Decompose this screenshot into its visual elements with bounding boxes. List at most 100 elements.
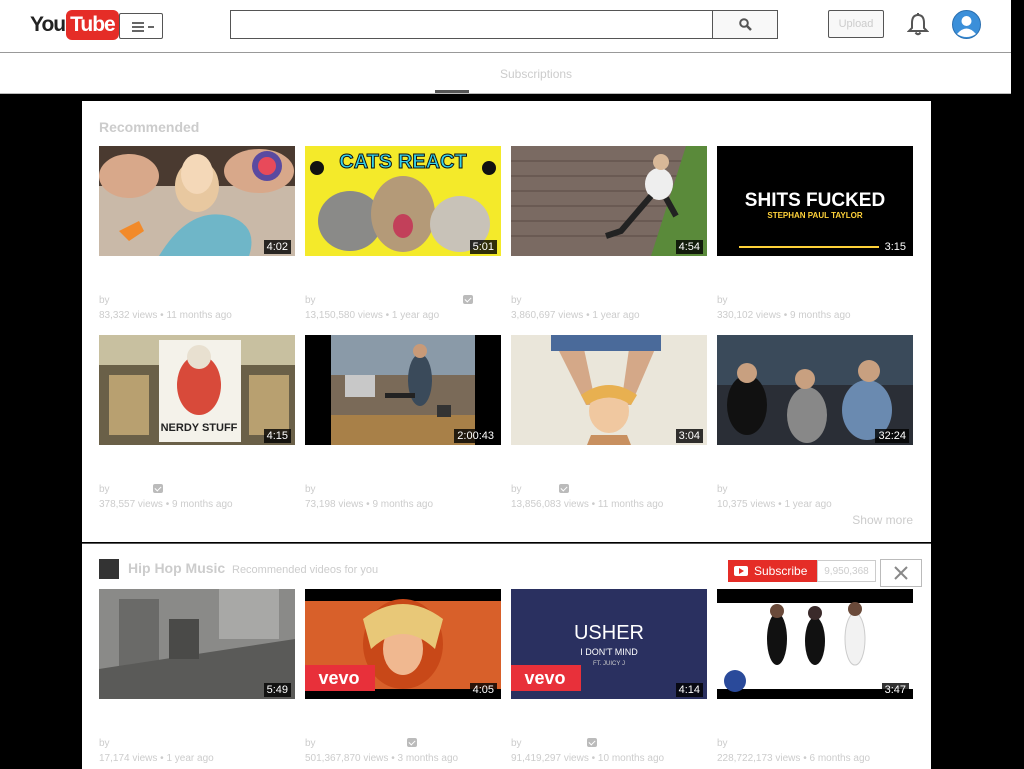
bell-icon[interactable] xyxy=(906,12,930,36)
video-card[interactable]: NERDY STUFF 4:15 by 378,557 views • 9 mo… xyxy=(99,335,295,510)
video-stats: 228,722,173 views • 6 months ago xyxy=(717,753,871,764)
video-card[interactable]: 4:54 by 3,860,697 views • 1 year ago xyxy=(511,146,707,321)
video-thumbnail[interactable]: CATS REACT 5:01 xyxy=(305,146,501,256)
video-card[interactable]: 3:47 by 228,722,173 views • 6 months ago xyxy=(717,589,913,764)
logo-tube: Tube xyxy=(66,10,119,40)
duration-badge: 2:00:43 xyxy=(454,429,497,443)
dismiss-shelf-button[interactable] xyxy=(880,559,922,587)
verified-icon xyxy=(407,738,417,747)
video-channel[interactable]: by xyxy=(305,738,316,749)
video-thumbnail[interactable]: 4:02 xyxy=(99,146,295,256)
subscribe-button[interactable]: Subscribe xyxy=(728,560,817,582)
search-icon xyxy=(738,18,752,31)
video-channel[interactable]: by xyxy=(305,484,316,495)
hamburger-icon xyxy=(132,22,144,24)
video-thumbnail[interactable]: 32:24 xyxy=(717,335,913,445)
verified-icon xyxy=(559,484,569,493)
video-card[interactable]: 3:04 by 13,856,083 views • 11 months ago xyxy=(511,335,707,510)
svg-text:vevo: vevo xyxy=(318,668,359,688)
duration-badge: 4:15 xyxy=(263,429,291,443)
video-card[interactable]: CATS REACT 5:01 by 13,150,580 views • 1 … xyxy=(305,146,501,321)
close-icon xyxy=(894,566,908,580)
video-channel[interactable]: by xyxy=(717,484,728,495)
channel-avatar-icon[interactable] xyxy=(99,559,119,579)
video-card[interactable]: 32:24 by 10,375 views • 1 year ago xyxy=(717,335,913,510)
upload-button[interactable]: Upload xyxy=(828,10,884,38)
search-button[interactable] xyxy=(712,10,778,39)
recommended-section: Recommended 4:02 by 83,332 views • 11 mo… xyxy=(82,101,931,542)
video-stats: 330,102 views • 9 months ago xyxy=(717,310,851,321)
video-thumbnail[interactable]: vevo 4:05 xyxy=(305,589,501,699)
tab-active-indicator xyxy=(435,90,469,93)
subscriber-count: 9,950,368 xyxy=(817,560,876,582)
video-card[interactable]: SHITS FUCKED STEPHAN PAUL TAYLOR 3:15 by … xyxy=(717,146,913,321)
show-more-link[interactable]: Show more xyxy=(852,513,913,527)
video-channel[interactable]: by xyxy=(305,295,316,306)
search-input[interactable] xyxy=(230,10,713,39)
video-card[interactable]: vevo 4:05 by 501,367,870 views • 3 month… xyxy=(305,589,501,764)
video-thumbnail[interactable]: 5:49 xyxy=(99,589,295,699)
subscribe-label: Subscribe xyxy=(754,564,808,578)
video-thumbnail[interactable]: USHER I DON'T MIND FT. JUICY J vevo 4:14 xyxy=(511,589,707,699)
verified-icon xyxy=(587,738,597,747)
video-channel[interactable]: by xyxy=(99,738,110,749)
duration-badge: 4:54 xyxy=(675,240,703,254)
verified-icon xyxy=(463,295,473,304)
video-stats: 3,860,697 views • 1 year ago xyxy=(511,310,640,321)
video-stats: 91,419,297 views • 10 months ago xyxy=(511,753,665,764)
video-thumbnail[interactable]: 3:04 xyxy=(511,335,707,445)
verified-icon xyxy=(153,484,163,493)
video-card[interactable]: 4:02 by 83,332 views • 11 months ago xyxy=(99,146,295,321)
hip-hop-shelf: Hip Hop Music Recommended videos for you… xyxy=(82,543,931,769)
video-channel[interactable]: by xyxy=(511,295,522,306)
duration-badge: 3:47 xyxy=(881,683,909,697)
video-thumbnail[interactable]: 4:54 xyxy=(511,146,707,256)
svg-text:CATS REACT: CATS REACT xyxy=(339,151,466,173)
guide-menu-button[interactable] xyxy=(119,13,163,39)
shelf-subtitle: Recommended videos for you xyxy=(232,564,379,576)
svg-text:STEPHAN PAUL TAYLOR: STEPHAN PAUL TAYLOR xyxy=(767,211,862,220)
video-channel[interactable]: by xyxy=(717,295,728,306)
svg-text:NERDY STUFF: NERDY STUFF xyxy=(161,422,238,434)
subnav-bar: Subscriptions xyxy=(0,53,1011,94)
svg-text:SHITS FUCKED: SHITS FUCKED xyxy=(745,190,885,211)
duration-badge: 4:14 xyxy=(675,683,703,697)
svg-text:vevo: vevo xyxy=(524,668,565,688)
svg-text:USHER: USHER xyxy=(574,622,644,644)
video-thumbnail[interactable]: 3:47 xyxy=(717,589,913,699)
video-thumbnail[interactable]: SHITS FUCKED STEPHAN PAUL TAYLOR 3:15 xyxy=(717,146,913,256)
video-card[interactable]: USHER I DON'T MIND FT. JUICY J vevo 4:14 by… xyxy=(511,589,707,764)
video-channel[interactable]: by xyxy=(511,484,522,495)
duration-badge: 4:05 xyxy=(469,683,497,697)
video-stats: 17,174 views • 1 year ago xyxy=(99,753,214,764)
video-thumbnail[interactable]: NERDY STUFF 4:15 xyxy=(99,335,295,445)
video-stats: 13,856,083 views • 11 months ago xyxy=(511,499,664,510)
video-channel[interactable]: by xyxy=(717,738,728,749)
youtube-logo[interactable]: You Tube xyxy=(30,10,119,40)
svg-text:I DON'T MIND: I DON'T MIND xyxy=(580,647,638,657)
video-thumbnail[interactable]: 2:00:43 xyxy=(305,335,501,445)
duration-badge: 32:24 xyxy=(875,429,909,443)
shelf-title[interactable]: Hip Hop Music xyxy=(128,560,225,576)
guide-dash-icon xyxy=(148,26,154,28)
video-stats: 73,198 views • 9 months ago xyxy=(305,499,434,510)
account-avatar[interactable] xyxy=(952,10,981,39)
section-title: Recommended xyxy=(99,119,200,135)
tab-subscriptions[interactable]: Subscriptions xyxy=(500,67,572,81)
duration-badge: 5:01 xyxy=(469,240,497,254)
video-stats: 378,557 views • 9 months ago xyxy=(99,499,233,510)
video-channel[interactable]: by xyxy=(99,295,110,306)
video-card[interactable]: 5:49 by 17,174 views • 1 year ago xyxy=(99,589,295,764)
duration-badge: 4:02 xyxy=(263,240,291,254)
video-stats: 13,150,580 views • 1 year ago xyxy=(305,310,440,321)
duration-badge: 3:04 xyxy=(675,429,703,443)
video-stats: 10,375 views • 1 year ago xyxy=(717,499,832,510)
video-channel[interactable]: by xyxy=(99,484,110,495)
video-card[interactable]: 2:00:43 by 73,198 views • 9 months ago xyxy=(305,335,501,510)
video-stats: 501,367,870 views • 3 months ago xyxy=(305,753,459,764)
video-stats: 83,332 views • 11 months ago xyxy=(99,310,232,321)
youtube-play-icon xyxy=(734,566,748,576)
duration-badge: 5:49 xyxy=(263,683,291,697)
video-channel[interactable]: by xyxy=(511,738,522,749)
duration-badge: 3:15 xyxy=(881,240,909,254)
